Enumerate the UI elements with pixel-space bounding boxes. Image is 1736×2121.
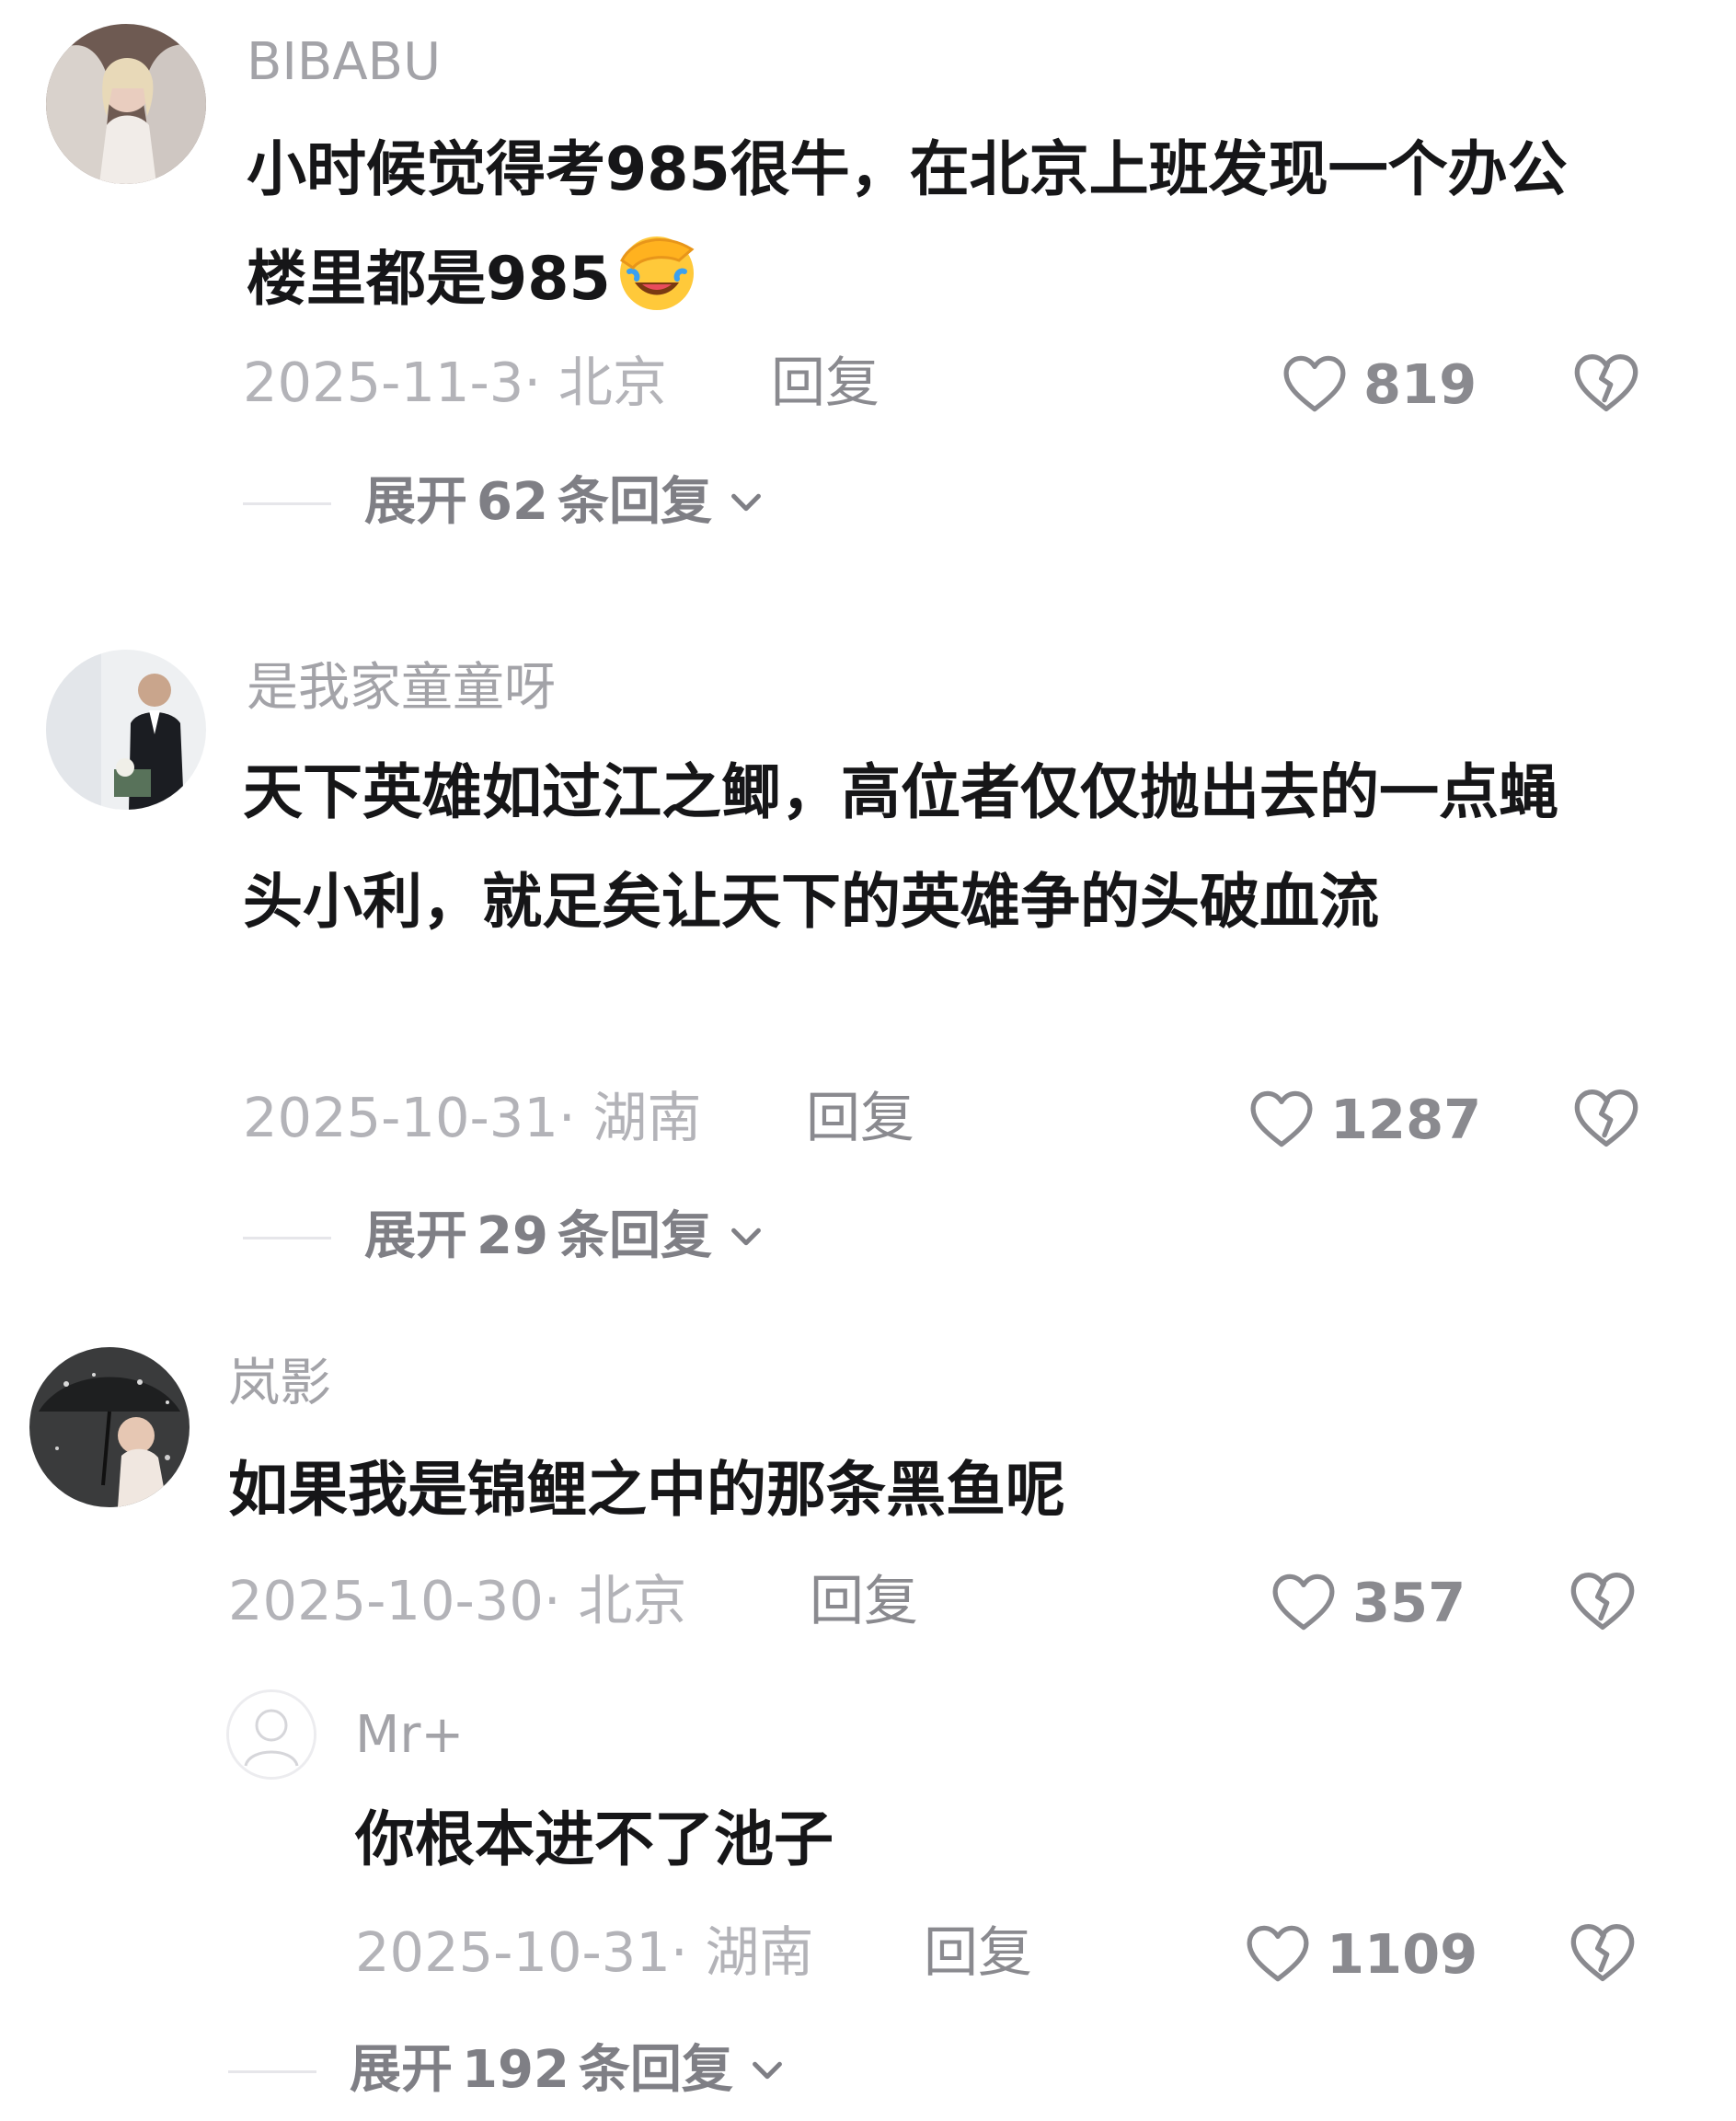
reply-username[interactable]: Mr+ [355, 1710, 464, 1761]
like-button[interactable]: 819 [1279, 348, 1477, 420]
chevron-down-icon [746, 2049, 788, 2092]
expand-replies-button[interactable]: 展开 192 条回复 [350, 2045, 788, 2096]
divider [243, 1237, 331, 1239]
comment-text: 小时候觉得考985很牛，在北京上班发现一个办公楼里都是985 [247, 135, 1568, 314]
reply-meta: 2025-10-31· 湖南 [355, 1920, 814, 1984]
reply-count: 29 [477, 1206, 548, 1266]
dislike-button[interactable] [1566, 1564, 1639, 1642]
reply-button[interactable]: 回复 [806, 1090, 914, 1145]
divider [243, 502, 331, 505]
like-button[interactable]: 357 [1268, 1566, 1466, 1638]
reply-button[interactable]: 回复 [771, 355, 879, 409]
expand-replies-button[interactable]: 展开 29 条回复 [364, 1211, 767, 1262]
heart-outline-icon [1268, 1566, 1339, 1638]
heart-outline-icon [1246, 1083, 1317, 1155]
expand-replies-button[interactable]: 展开 62 条回复 [364, 477, 767, 528]
broken-heart-icon [1566, 1564, 1639, 1638]
comment-meta: 2025-11-3· 北京 [243, 351, 667, 414]
broken-heart-icon [1566, 1916, 1639, 1989]
reply-text: 你根本进不了池子 [355, 1805, 834, 1874]
dislike-button[interactable] [1569, 1081, 1643, 1158]
expand-suffix: 条回复 [578, 2040, 733, 2100]
reply-avatar[interactable] [226, 1689, 316, 1780]
like-count: 357 [1352, 1570, 1466, 1634]
like-button[interactable]: 1287 [1246, 1083, 1481, 1155]
like-count: 1109 [1327, 1921, 1478, 1986]
avatar[interactable] [29, 1347, 190, 1507]
reply-button[interactable]: 回复 [810, 1573, 918, 1628]
avatar[interactable] [46, 24, 206, 184]
dislike-button[interactable] [1566, 1916, 1639, 1993]
expand-label: 展开 [350, 2040, 453, 2100]
broken-heart-icon [1569, 1081, 1643, 1155]
like-button[interactable]: 1109 [1242, 1918, 1477, 1989]
comment-text: 如果我是锦鲤之中的那条黑鱼呢 [228, 1456, 1066, 1525]
comment-meta: 2025-10-31· 湖南 [243, 1086, 702, 1149]
heart-outline-icon [1279, 348, 1351, 420]
chevron-down-icon [725, 481, 767, 524]
username[interactable]: 是我家童童呀 [247, 663, 556, 714]
comment-meta: 2025-10-30· 北京 [228, 1569, 687, 1632]
dislike-button[interactable] [1569, 346, 1643, 423]
facepalm-laughing-emoji [615, 229, 699, 314]
expand-label: 展开 [364, 1206, 467, 1266]
like-count: 1287 [1330, 1087, 1482, 1151]
comment-text: 天下英雄如过江之鲫，高位者仅仅抛出去的一点蝇头小利，就足矣让天下的英雄争的头破血… [243, 758, 1559, 937]
chevron-down-icon [725, 1216, 767, 1258]
reply-count: 192 [462, 2040, 569, 2100]
divider [228, 2070, 316, 2073]
expand-suffix: 条回复 [557, 1206, 712, 1266]
like-count: 819 [1363, 352, 1477, 416]
username[interactable]: 岚影 [228, 1358, 331, 1410]
reply-button[interactable]: 回复 [924, 1925, 1032, 1979]
username[interactable]: BIBABU [247, 37, 441, 88]
expand-suffix: 条回复 [557, 472, 712, 532]
avatar[interactable] [46, 650, 206, 810]
heart-outline-icon [1242, 1918, 1314, 1989]
reply-count: 62 [477, 472, 548, 532]
broken-heart-icon [1569, 346, 1643, 420]
expand-label: 展开 [364, 472, 467, 532]
